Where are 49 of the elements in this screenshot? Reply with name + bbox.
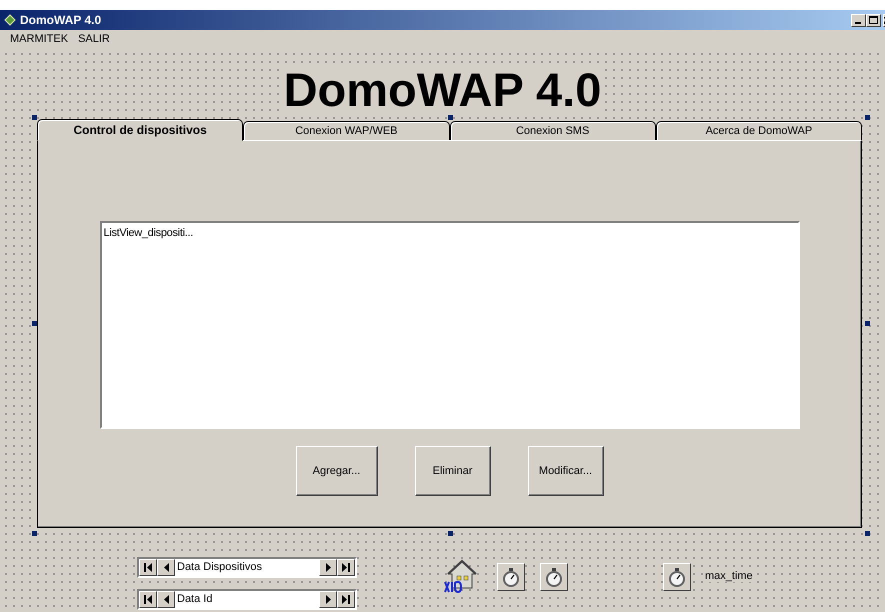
selection-handle[interactable] — [32, 115, 37, 120]
maximize-icon — [869, 16, 878, 24]
first-record-icon — [144, 563, 152, 572]
tab[interactable]: Acerca de DomoWAP — [656, 121, 862, 140]
previous-record-button[interactable] — [157, 559, 175, 576]
tab[interactable]: Conexion SMS — [450, 121, 656, 140]
list-view-caption: ListView_dispositi... — [104, 227, 193, 239]
tab[interactable]: Conexion WAP/WEB — [243, 121, 450, 140]
menu-item[interactable]: MARMITEK — [10, 33, 68, 45]
last-record-button[interactable] — [337, 591, 355, 608]
first-record-icon — [144, 595, 152, 604]
data-control[interactable]: Data Dispositivos — [137, 557, 357, 578]
tab[interactable]: Control de dispositivos — [37, 119, 244, 141]
selection-handle[interactable] — [32, 531, 37, 536]
minimize-button[interactable] — [851, 14, 866, 26]
selection-handle[interactable] — [32, 321, 37, 326]
selection-handle[interactable] — [448, 531, 453, 536]
command-button[interactable]: Eliminar — [414, 446, 490, 496]
command-button[interactable]: Modificar... — [528, 446, 604, 496]
menu-item[interactable]: SALIR — [78, 33, 110, 45]
selection-handle[interactable] — [448, 115, 453, 120]
next-record-icon — [324, 563, 332, 572]
house-icon — [443, 558, 477, 594]
selection-handle[interactable] — [865, 321, 870, 326]
maximize-button[interactable] — [866, 14, 881, 26]
previous-record-icon — [162, 595, 170, 604]
selection-handle[interactable] — [865, 115, 870, 120]
last-record-button[interactable] — [337, 559, 355, 576]
window-title: DomoWAP 4.0 — [20, 13, 102, 27]
data-control-caption: Data Id — [175, 591, 319, 608]
first-record-button[interactable] — [139, 559, 157, 576]
list-view[interactable]: ListView_dispositi... — [100, 221, 800, 429]
previous-record-icon — [162, 563, 170, 572]
stopwatch-icon — [544, 566, 564, 588]
first-record-button[interactable] — [139, 591, 157, 608]
previous-record-button[interactable] — [157, 591, 175, 608]
app-icon — [4, 14, 16, 26]
command-button[interactable]: Agregar... — [296, 446, 378, 496]
next-record-button[interactable] — [319, 591, 337, 608]
selection-handle[interactable] — [865, 531, 870, 536]
stopwatch-icon — [501, 566, 521, 588]
timer-label: max_time — [705, 570, 753, 582]
next-record-icon — [324, 595, 332, 604]
next-record-button[interactable] — [319, 559, 337, 576]
last-record-icon — [342, 563, 350, 572]
stopwatch-icon — [667, 566, 687, 588]
data-control[interactable]: Data Id — [137, 589, 357, 610]
last-record-icon — [342, 595, 350, 604]
data-control-caption: Data Dispositivos — [175, 559, 319, 576]
